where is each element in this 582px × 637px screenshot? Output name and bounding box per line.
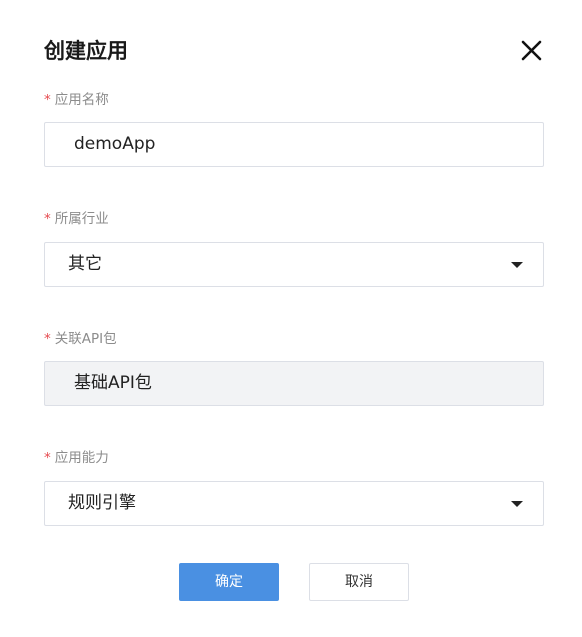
required-mark: *: [44, 92, 51, 108]
close-icon: [521, 40, 542, 61]
caret-down-icon: [511, 501, 523, 507]
capability-select[interactable]: 规则引擎: [44, 481, 544, 526]
cancel-button[interactable]: 取消: [309, 563, 409, 601]
required-mark: *: [44, 450, 51, 466]
confirm-button[interactable]: 确定: [179, 563, 279, 601]
dialog-title: 创建应用: [44, 39, 128, 63]
api-package-label: * 关联API包: [44, 329, 117, 349]
api-package-field: 基础API包: [44, 361, 544, 406]
industry-label: * 所属行业: [44, 209, 109, 229]
app-name-value: demoApp: [74, 134, 156, 154]
capability-label: * 应用能力: [44, 448, 109, 468]
required-mark: *: [44, 331, 51, 347]
close-button[interactable]: [516, 36, 546, 66]
app-name-input[interactable]: demoApp: [44, 122, 544, 167]
create-app-dialog: 创建应用 * 应用名称 demoApp * 所属行业 其它 * 关联API包 基础AP…: [0, 0, 582, 637]
api-package-label-text: 关联API包: [54, 331, 117, 347]
app-name-label-text: 应用名称: [54, 92, 109, 108]
capability-label-text: 应用能力: [54, 450, 109, 466]
industry-value: 其它: [68, 254, 102, 274]
caret-down-icon: [511, 262, 523, 268]
api-package-value: 基础API包: [74, 373, 152, 393]
app-name-label: * 应用名称: [44, 90, 109, 110]
industry-select[interactable]: 其它: [44, 242, 544, 287]
required-mark: *: [44, 211, 51, 227]
industry-label-text: 所属行业: [54, 211, 109, 227]
capability-value: 规则引擎: [68, 493, 136, 513]
